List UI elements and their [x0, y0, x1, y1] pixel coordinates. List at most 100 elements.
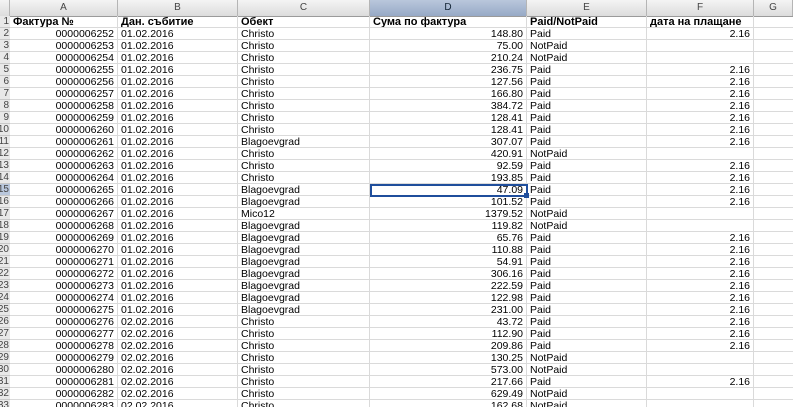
invoice-number-cell[interactable]: 0000006282 — [10, 388, 118, 400]
header-empty-g[interactable] — [754, 16, 793, 28]
invoice-amount-cell[interactable]: 92.59 — [370, 160, 527, 172]
header-invoice-number[interactable]: Фактура № — [10, 16, 118, 28]
invoice-amount-cell[interactable]: 217.66 — [370, 376, 527, 388]
invoice-amount-cell[interactable]: 573.00 — [370, 364, 527, 376]
invoice-amount-cell[interactable]: 307.07 — [370, 136, 527, 148]
paid-status-cell[interactable]: NotPaid — [527, 388, 647, 400]
row-header-1[interactable]: 1 — [0, 16, 10, 28]
paid-status-cell[interactable]: Paid — [527, 124, 647, 136]
invoice-number-cell[interactable]: 0000006259 — [10, 112, 118, 124]
payment-date-cell[interactable]: 2.16 — [647, 136, 754, 148]
invoice-number-cell[interactable]: 0000006265 — [10, 184, 118, 196]
row-header-23[interactable]: 23 — [0, 280, 10, 292]
row-header-3[interactable]: 3 — [0, 40, 10, 52]
payment-date-cell[interactable] — [647, 352, 754, 364]
tax-event-date-cell[interactable]: 01.02.2016 — [118, 220, 238, 232]
paid-status-cell[interactable]: Paid — [527, 196, 647, 208]
paid-status-cell[interactable]: Paid — [527, 280, 647, 292]
row-header-2[interactable]: 2 — [0, 28, 10, 40]
tax-event-date-cell[interactable]: 02.02.2016 — [118, 352, 238, 364]
empty-g-cell[interactable] — [754, 352, 793, 364]
invoice-number-cell[interactable]: 0000006254 — [10, 52, 118, 64]
site-cell[interactable]: Christo — [238, 148, 370, 160]
site-cell[interactable]: Christo — [238, 352, 370, 364]
row-header-20[interactable]: 20 — [0, 244, 10, 256]
invoice-number-cell[interactable]: 0000006263 — [10, 160, 118, 172]
site-cell[interactable]: Blagoevgrad — [238, 292, 370, 304]
payment-date-cell[interactable]: 2.16 — [647, 28, 754, 40]
payment-date-cell[interactable] — [647, 52, 754, 64]
empty-g-cell[interactable] — [754, 184, 793, 196]
site-cell[interactable]: Christo — [238, 124, 370, 136]
paid-status-cell[interactable]: Paid — [527, 28, 647, 40]
payment-date-cell[interactable]: 2.16 — [647, 328, 754, 340]
invoice-number-cell[interactable]: 0000006253 — [10, 40, 118, 52]
paid-status-cell[interactable]: Paid — [527, 160, 647, 172]
paid-status-cell[interactable]: NotPaid — [527, 208, 647, 220]
invoice-number-cell[interactable]: 0000006275 — [10, 304, 118, 316]
invoice-amount-cell[interactable]: 128.41 — [370, 124, 527, 136]
payment-date-cell[interactable] — [647, 40, 754, 52]
paid-status-cell[interactable]: Paid — [527, 340, 647, 352]
site-cell[interactable]: Christo — [238, 364, 370, 376]
row-header-31[interactable]: 31 — [0, 376, 10, 388]
empty-g-cell[interactable] — [754, 112, 793, 124]
header-invoice-amount[interactable]: Сума по фактура — [370, 16, 527, 28]
site-cell[interactable]: Christo — [238, 400, 370, 407]
row-header-24[interactable]: 24 — [0, 292, 10, 304]
invoice-amount-cell[interactable]: 231.00 — [370, 304, 527, 316]
payment-date-cell[interactable]: 2.16 — [647, 172, 754, 184]
empty-g-cell[interactable] — [754, 292, 793, 304]
site-cell[interactable]: Blagoevgrad — [238, 304, 370, 316]
invoice-amount-cell[interactable]: 130.25 — [370, 352, 527, 364]
tax-event-date-cell[interactable]: 02.02.2016 — [118, 388, 238, 400]
header-paid-status[interactable]: Paid/NotPaid — [527, 16, 647, 28]
payment-date-cell[interactable]: 2.16 — [647, 232, 754, 244]
paid-status-cell[interactable]: NotPaid — [527, 220, 647, 232]
empty-g-cell[interactable] — [754, 244, 793, 256]
paid-status-cell[interactable]: Paid — [527, 268, 647, 280]
paid-status-cell[interactable]: Paid — [527, 172, 647, 184]
empty-g-cell[interactable] — [754, 268, 793, 280]
row-header-5[interactable]: 5 — [0, 64, 10, 76]
empty-g-cell[interactable] — [754, 400, 793, 407]
empty-g-cell[interactable] — [754, 304, 793, 316]
payment-date-cell[interactable]: 2.16 — [647, 64, 754, 76]
row-header-14[interactable]: 14 — [0, 172, 10, 184]
invoice-number-cell[interactable]: 0000006279 — [10, 352, 118, 364]
row-header-7[interactable]: 7 — [0, 88, 10, 100]
site-cell[interactable]: Christo — [238, 328, 370, 340]
row-header-26[interactable]: 26 — [0, 316, 10, 328]
tax-event-date-cell[interactable]: 01.02.2016 — [118, 148, 238, 160]
invoice-amount-cell[interactable]: 122.98 — [370, 292, 527, 304]
paid-status-cell[interactable]: Paid — [527, 376, 647, 388]
payment-date-cell[interactable]: 2.16 — [647, 196, 754, 208]
invoice-amount-cell[interactable]: 112.90 — [370, 328, 527, 340]
empty-g-cell[interactable] — [754, 172, 793, 184]
header-site[interactable]: Обект — [238, 16, 370, 28]
tax-event-date-cell[interactable]: 02.02.2016 — [118, 364, 238, 376]
paid-status-cell[interactable]: Paid — [527, 64, 647, 76]
empty-g-cell[interactable] — [754, 220, 793, 232]
row-header-16[interactable]: 16 — [0, 196, 10, 208]
row-header-9[interactable]: 9 — [0, 112, 10, 124]
tax-event-date-cell[interactable]: 01.02.2016 — [118, 256, 238, 268]
payment-date-cell[interactable]: 2.16 — [647, 244, 754, 256]
site-cell[interactable]: Blagoevgrad — [238, 268, 370, 280]
site-cell[interactable]: Christo — [238, 88, 370, 100]
invoice-number-cell[interactable]: 0000006272 — [10, 268, 118, 280]
tax-event-date-cell[interactable]: 01.02.2016 — [118, 184, 238, 196]
payment-date-cell[interactable] — [647, 148, 754, 160]
invoice-amount-cell[interactable]: 222.59 — [370, 280, 527, 292]
paid-status-cell[interactable]: Paid — [527, 244, 647, 256]
invoice-amount-cell[interactable]: 43.72 — [370, 316, 527, 328]
empty-g-cell[interactable] — [754, 208, 793, 220]
tax-event-date-cell[interactable]: 01.02.2016 — [118, 88, 238, 100]
payment-date-cell[interactable] — [647, 364, 754, 376]
empty-g-cell[interactable] — [754, 124, 793, 136]
invoice-number-cell[interactable]: 0000006277 — [10, 328, 118, 340]
tax-event-date-cell[interactable]: 01.02.2016 — [118, 124, 238, 136]
empty-g-cell[interactable] — [754, 136, 793, 148]
invoice-amount-cell[interactable]: 128.41 — [370, 112, 527, 124]
site-cell[interactable]: Blagoevgrad — [238, 280, 370, 292]
